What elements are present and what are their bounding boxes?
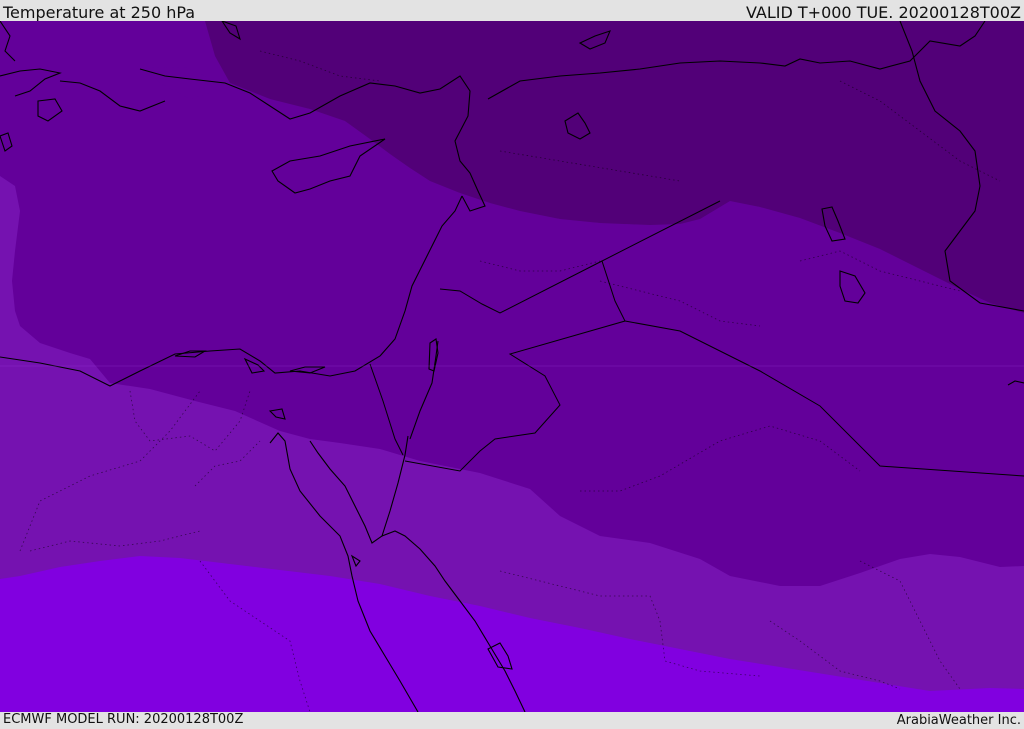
map-title: Temperature at 250 hPa xyxy=(3,3,196,22)
credit-label: ArabiaWeather Inc. xyxy=(896,713,1021,728)
footer-bar: ECMWF MODEL RUN: 20200128T00Z ArabiaWeat… xyxy=(0,712,1024,729)
temperature-map xyxy=(0,21,1024,712)
title-bar: Temperature at 250 hPa VALID T+000 TUE. … xyxy=(0,0,1024,22)
valid-time-label: VALID T+000 TUE. 20200128T00Z xyxy=(745,3,1021,22)
model-run-label: ECMWF MODEL RUN: 20200128T00Z xyxy=(3,712,244,727)
